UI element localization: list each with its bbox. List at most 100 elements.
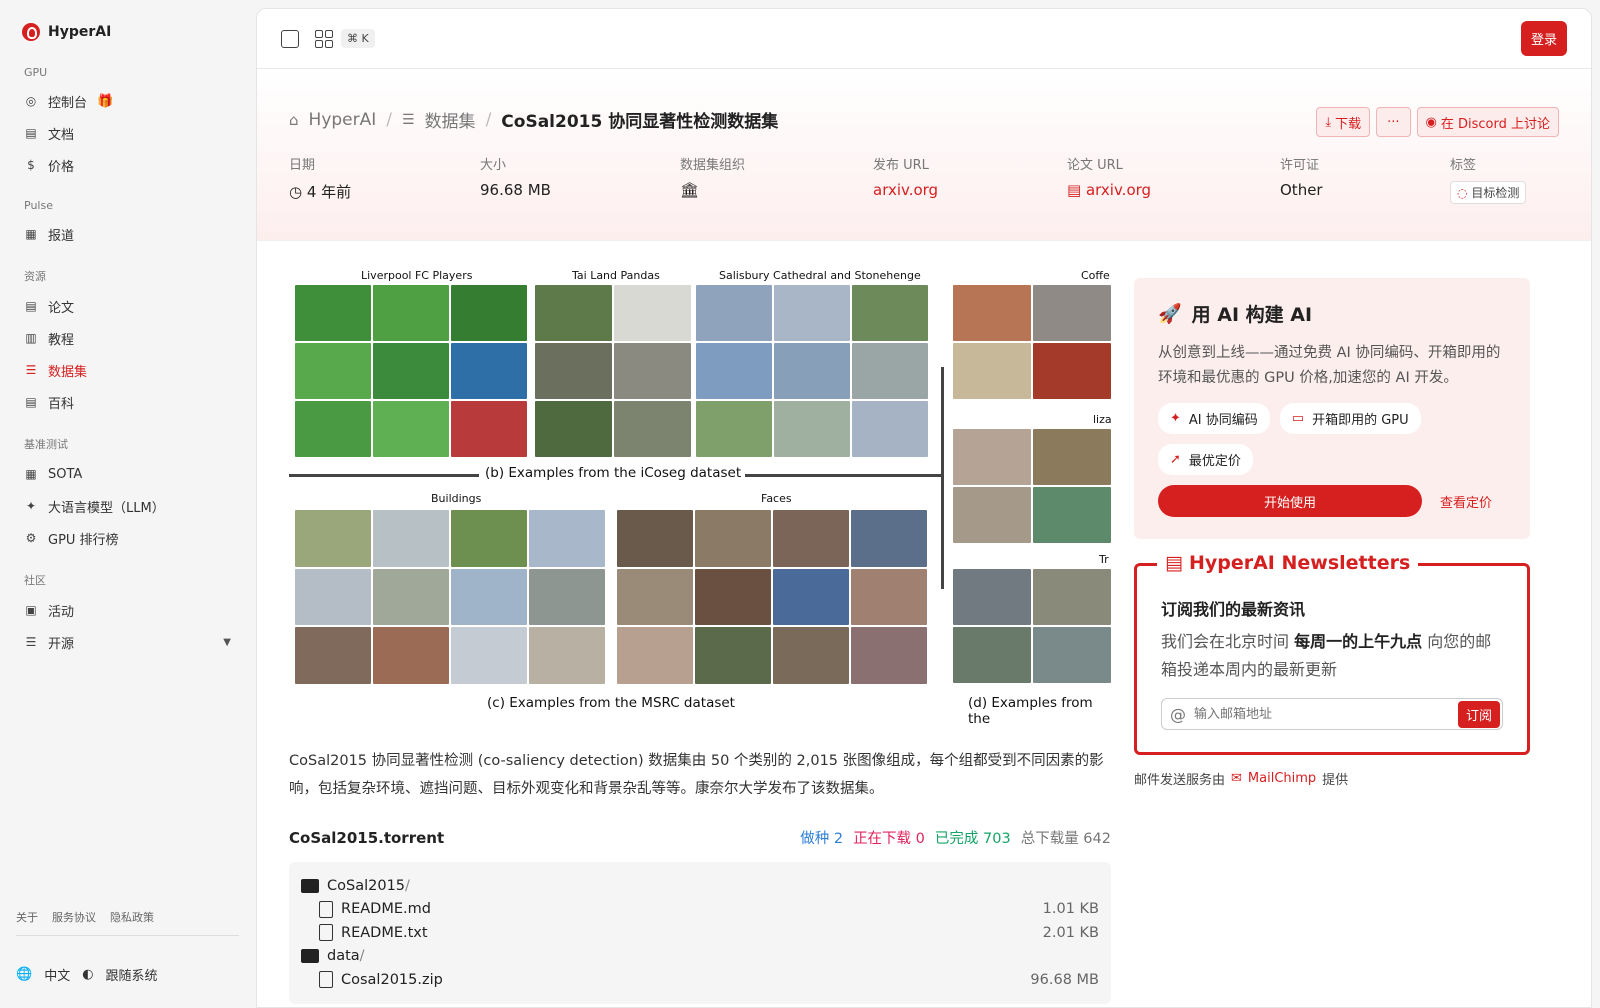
sidebar-item-sota[interactable]: ▦ SOTA: [16, 458, 239, 490]
file-row[interactable]: data /: [301, 945, 1099, 969]
torrent-stats: 做种 2 正在下载 0 已完成 703 总下载量 642: [800, 827, 1111, 848]
image-grid-lizard: [953, 429, 1111, 543]
sidebar-item-wiki[interactable]: ▤ 百科: [16, 386, 239, 418]
newspaper-icon: ▤: [1165, 552, 1183, 574]
sidebar-item-papers[interactable]: ▤ 论文: [16, 290, 239, 322]
view-pricing-link[interactable]: 查看定价: [1440, 492, 1492, 511]
paper-url-link[interactable]: ▤ arxiv.org: [1067, 181, 1280, 199]
theme-select[interactable]: 跟随系统: [106, 965, 158, 984]
discord-icon: ◉: [1425, 114, 1437, 130]
chevron-down-icon: ▼: [223, 636, 231, 648]
breadcrumb-home[interactable]: HyperAI: [309, 110, 377, 130]
newsletter-heading: 订阅我们的最新资讯: [1161, 600, 1306, 619]
menu-icon: ☰: [25, 635, 37, 649]
mail-pre: 邮件发送服务由: [1134, 773, 1226, 788]
theme-icon: ◐: [82, 967, 94, 982]
shortcut-hint[interactable]: ⌘ K: [341, 29, 375, 48]
sidebar-item-docs[interactable]: ▤ 文档: [16, 117, 239, 149]
file-row[interactable]: CoSal2015/: [301, 874, 1099, 898]
server-icon: ▭: [1291, 411, 1305, 426]
torrent-name[interactable]: CoSal2015.torrent: [289, 829, 444, 847]
tag-object-detection[interactable]: ◌ 目标检测: [1450, 181, 1527, 204]
sidebar-item-events[interactable]: ▣ 活动: [16, 594, 239, 626]
email-input[interactable]: [1194, 706, 1458, 722]
sidebar-item-label: SOTA: [48, 466, 83, 482]
topbar: ⌘ K 登录: [257, 9, 1591, 69]
footer-link-privacy[interactable]: 隐私政策: [110, 909, 154, 925]
seeding-count: 做种 2: [800, 831, 844, 847]
sidebar-item-label: 数据集: [48, 364, 88, 380]
meta-label: 发布 URL: [873, 158, 929, 173]
figure-group-title: Buildings: [431, 492, 482, 505]
sidebar-item-opensource[interactable]: ☰ 开源 ▼: [16, 626, 239, 658]
download-button[interactable]: ⤓ 下载: [1316, 107, 1371, 137]
database-icon: ☰: [402, 111, 415, 128]
meta-date: 日期 ◷ 4 年前: [289, 154, 480, 204]
more-button[interactable]: ···: [1376, 107, 1411, 137]
subscribe-button[interactable]: 订阅: [1457, 700, 1500, 728]
sidebar-item-datasets[interactable]: ☰ 数据集: [16, 354, 239, 386]
chip-label: AI 协同编码: [1188, 413, 1258, 428]
footer-link-terms[interactable]: 服务协议: [52, 909, 96, 925]
newsletter-text-bold: 每周一的上午九点: [1294, 632, 1423, 651]
mailchimp-link[interactable]: MailChimp: [1248, 771, 1316, 786]
file-row[interactable]: Cosal2015.zip 96.68 MB: [301, 968, 1099, 992]
sidebar-item-llm[interactable]: ✦ 大语言模型（LLM）: [16, 490, 239, 522]
dataset-content: Liverpool FC Players Tai Land Pandas Sal…: [289, 263, 1111, 1004]
meta-label: 大小: [480, 158, 507, 173]
figure-group-title: Coffe: [1081, 269, 1110, 282]
file-name: data: [327, 948, 360, 965]
chart-icon: ▦: [25, 467, 37, 481]
page-title: CoSal2015 协同显著性检测数据集: [501, 112, 779, 132]
chip-label: 最优定价: [1188, 454, 1241, 469]
sidebar-item-news[interactable]: ▦ 报道: [16, 218, 239, 250]
file-name: Cosal2015.zip: [341, 971, 443, 988]
mail-post: 提供: [1322, 773, 1349, 788]
size-value: 96.68 MB: [480, 181, 551, 199]
login-button[interactable]: 登录: [1520, 21, 1567, 56]
file-row[interactable]: README.txt 2.01 KB: [301, 921, 1099, 945]
folder-icon: [301, 949, 319, 964]
sparkle-icon: ✦: [25, 499, 37, 513]
date-value: 4 年前: [306, 183, 352, 201]
sidebar-item-label: 开源: [48, 636, 75, 652]
sidebar-item-console[interactable]: ◎ 控制台 🎁: [16, 85, 239, 117]
promo-chips: ✦ AI 协同编码 ▭ 开箱即用的 GPU ➚ 最优定价: [1158, 403, 1506, 475]
sidebar-toggle-icon[interactable]: [281, 29, 299, 48]
promo-card: 🚀 用 AI 构建 AI 从创意到上线——通过免费 AI 协同编码、开箱即用的环境…: [1134, 278, 1530, 539]
figure-group-title: Tai Land Pandas: [572, 269, 660, 282]
dataset-figure: Liverpool FC Players Tai Land Pandas Sal…: [289, 263, 1111, 725]
section-title-community: 社区: [24, 574, 46, 587]
start-button[interactable]: 开始使用: [1158, 485, 1422, 517]
image-grid-faces: [617, 510, 927, 684]
discord-button[interactable]: ◉ 在 Discord 上讨论: [1416, 107, 1559, 137]
sidebar-item-tutorials[interactable]: ▥ 教程: [16, 322, 239, 354]
figure-group-title: Faces: [761, 492, 792, 505]
meta-paper-url: 论文 URL ▤ arxiv.org: [1067, 154, 1280, 204]
path-separator: /: [359, 948, 365, 965]
pub-url-link[interactable]: arxiv.org: [873, 181, 1067, 199]
breadcrumb-separator: /: [386, 109, 392, 130]
footer-link-about[interactable]: 关于: [16, 909, 38, 925]
doc-icon: ▤: [25, 126, 37, 140]
wiki-icon: ▤: [25, 395, 37, 409]
meta-org: 数据集组织 🏛: [680, 154, 873, 204]
brand[interactable]: HyperAI: [16, 16, 239, 48]
sidebar-item-label: GPU 排行榜: [48, 532, 119, 548]
caption-icoseg: (b) Examples from the iCoseg dataset: [481, 465, 746, 481]
download-icon: ⤓: [1325, 114, 1332, 130]
file-row[interactable]: README.md 1.01 KB: [301, 898, 1099, 922]
sidebar-item-pricing[interactable]: $ 价格: [16, 149, 239, 181]
apps-grid-icon[interactable]: [315, 29, 333, 48]
section-title-resources: 资源: [24, 270, 46, 283]
hyperai-logo-icon: [22, 23, 40, 41]
gpu-icon: ⚙: [25, 531, 37, 545]
chip-gpu: ▭ 开箱即用的 GPU: [1279, 403, 1421, 434]
language-select[interactable]: 中文: [44, 965, 70, 984]
sidebar-item-gpu-leaderboard[interactable]: ⚙ GPU 排行榜: [16, 522, 239, 554]
file-name: README.md: [341, 901, 431, 918]
image-grid-coffee: [953, 285, 1111, 399]
breadcrumb-section[interactable]: 数据集: [425, 107, 476, 132]
tag-label: 目标检测: [1471, 186, 1520, 200]
promo-title-text: 用 AI 构建 AI: [1191, 304, 1313, 326]
